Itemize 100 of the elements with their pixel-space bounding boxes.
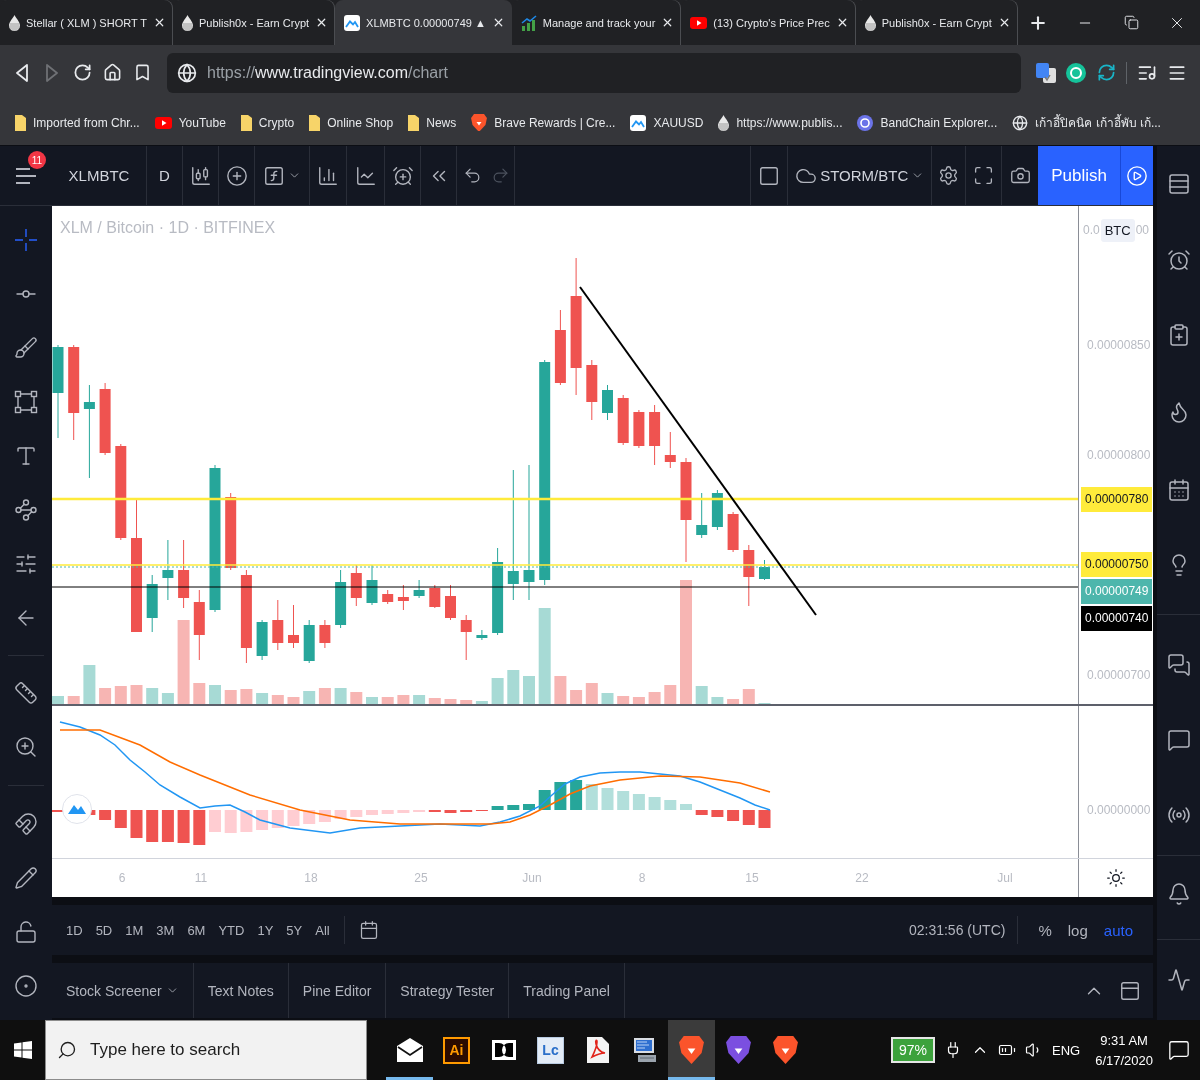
histogram-bar: [209, 810, 221, 832]
clock-time[interactable]: 9:31 AM: [1100, 1032, 1148, 1048]
plus-circle-icon[interactable]: [225, 164, 248, 187]
range-button[interactable]: 5Y: [286, 922, 303, 938]
pencil-icon[interactable]: [14, 866, 38, 890]
message-icon[interactable]: [1166, 727, 1191, 752]
panel-tab[interactable]: Strategy Tester: [386, 963, 510, 1018]
range-button[interactable]: 5D: [95, 922, 113, 938]
volume-bar: [256, 693, 269, 704]
clock-date[interactable]: 6/17/2020: [1095, 1052, 1153, 1068]
candle: [664, 431, 676, 469]
time-tick: 25: [414, 871, 428, 885]
bookmark-item[interactable]: เก้าอี้ปิคนิค เก้าอี้พับ เก้...: [1009, 113, 1164, 132]
play-icon: [1126, 164, 1148, 187]
candlestick-icon[interactable]: [189, 164, 212, 187]
compare-symbol-button[interactable]: STORM/BTC: [787, 146, 932, 205]
symbol-button[interactable]: XLMBTC: [52, 146, 147, 205]
scale-button[interactable]: log: [1059, 921, 1096, 939]
ruler-icon[interactable]: [14, 681, 38, 705]
coin-icon: [857, 114, 874, 131]
range-button[interactable]: 6M: [187, 922, 206, 938]
volume-bar: [209, 685, 221, 704]
candle: [288, 604, 299, 649]
browser-tab[interactable]: XLMBTC 0.00000749 ▲: [335, 0, 512, 45]
volume-bar: [601, 693, 614, 704]
bookmark-item[interactable]: News: [405, 114, 460, 131]
reload-icon[interactable]: [72, 63, 92, 82]
camera-icon[interactable]: [1009, 165, 1031, 186]
notification-icon[interactable]: [1168, 1039, 1190, 1061]
panel-tab[interactable]: Text Notes: [193, 963, 289, 1018]
scale-button[interactable]: auto: [1095, 921, 1141, 939]
bookmark-item[interactable]: Crypto: [237, 114, 298, 131]
rectangle-icon[interactable]: [14, 390, 38, 414]
four-panes-icon[interactable]: [13, 1041, 32, 1059]
bookmark-item[interactable]: BandChain Explorer...: [854, 114, 1001, 131]
bookmark-item[interactable]: https://www.publis...: [715, 114, 846, 131]
play-button[interactable]: [1120, 146, 1153, 205]
square-icon[interactable]: [758, 164, 781, 187]
panel-tab[interactable]: Pine Editor: [288, 963, 387, 1018]
line-chart-icon[interactable]: [354, 164, 377, 187]
candle: [193, 589, 205, 661]
range-button[interactable]: 1Y: [257, 922, 274, 938]
alarm-add-icon[interactable]: [391, 164, 414, 187]
crosshair-icon[interactable]: [14, 228, 38, 252]
bookmark-item[interactable]: Imported from Chr...: [12, 114, 143, 131]
unlock-icon[interactable]: [14, 920, 38, 944]
translate-icon[interactable]: [1036, 62, 1056, 83]
range-button[interactable]: All: [315, 922, 330, 938]
brush-icon[interactable]: [14, 336, 38, 360]
restore-icon[interactable]: [1123, 15, 1139, 30]
range-button[interactable]: YTD: [218, 922, 245, 938]
candle: [617, 394, 629, 446]
candle: [586, 359, 598, 421]
activity-icon[interactable]: [1166, 968, 1191, 992]
nodes-icon[interactable]: [14, 498, 38, 522]
search-field[interactable]: Type here to search: [45, 1020, 367, 1080]
menu-icon[interactable]: [16, 167, 36, 184]
range-button[interactable]: 1D: [66, 922, 83, 938]
bookmark-item[interactable]: Brave Rewards | Cre...: [468, 113, 619, 132]
price-label: 0.00000749: [1081, 578, 1153, 604]
fullscreen-icon[interactable]: [973, 165, 995, 186]
bookmark-item[interactable]: Online Shop: [306, 114, 397, 131]
panel-tab[interactable]: Trading Panel: [509, 963, 625, 1018]
volume-bar: [350, 692, 363, 704]
bell-icon[interactable]: [1166, 882, 1191, 906]
function-icon[interactable]: [263, 164, 285, 187]
address-field[interactable]: https://www.tradingview.com/chart: [167, 52, 1021, 93]
range-button[interactable]: 1M: [125, 922, 144, 938]
maximize-icon[interactable]: [1119, 979, 1141, 1002]
taskbar-button[interactable]: Ai: [433, 1020, 480, 1080]
zoom-in-icon[interactable]: [14, 735, 38, 759]
text-icon[interactable]: [14, 444, 38, 468]
taskbar-button[interactable]: Lc: [527, 1020, 574, 1080]
list-icon[interactable]: [1166, 172, 1191, 196]
calendar-icon[interactable]: [1166, 477, 1191, 502]
calendar-icon[interactable]: [358, 920, 379, 940]
circle-dot-icon[interactable]: [14, 974, 38, 998]
home-icon[interactable]: [102, 63, 122, 82]
panel-tab[interactable]: Stock Screener: [52, 963, 194, 1018]
histogram-bar: [161, 810, 174, 842]
sun-icon[interactable]: [1106, 868, 1126, 888]
ring-icon[interactable]: [1066, 62, 1086, 83]
magnet-icon[interactable]: [14, 812, 38, 836]
bar-chart-icon[interactable]: [317, 164, 339, 187]
interval-button[interactable]: D: [147, 146, 183, 205]
language-indicator[interactable]: ENG: [1052, 1042, 1081, 1058]
bookmark-item[interactable]: XAUUSD: [627, 114, 707, 131]
chat-icon[interactable]: [1166, 652, 1191, 677]
play-icon: [690, 16, 708, 29]
sliders-icon[interactable]: [14, 552, 38, 576]
scale-button[interactable]: %: [1030, 921, 1060, 939]
publish-button[interactable]: Publish: [1038, 146, 1120, 205]
settings-icon[interactable]: [938, 165, 960, 186]
bookmark-item[interactable]: YouTube: [151, 115, 229, 130]
sync-icon[interactable]: [1096, 63, 1116, 82]
back-icon[interactable]: [16, 63, 28, 82]
histogram-bar: [601, 788, 614, 810]
alarm-clock-icon[interactable]: [1166, 247, 1191, 272]
range-button[interactable]: 3M: [156, 922, 175, 938]
volume-bar: [413, 695, 426, 704]
